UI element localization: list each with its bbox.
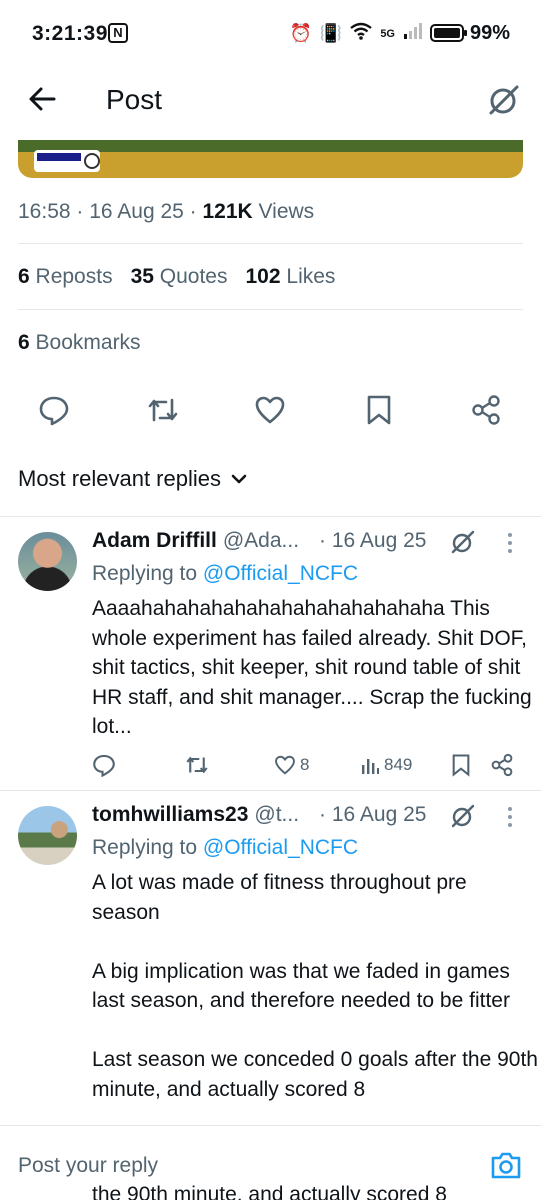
views-label: Views <box>258 200 315 223</box>
alarm-icon: ⏰ <box>289 23 312 43</box>
likes-label: Likes <box>286 265 336 288</box>
like-heart-icon[interactable] <box>254 394 286 426</box>
replying-prefix: Replying to <box>92 562 198 585</box>
avatar[interactable] <box>18 806 77 865</box>
replying-to-handle[interactable]: @Official_NCFC <box>203 562 358 585</box>
camera-icon[interactable] <box>490 1150 522 1180</box>
grok-icon[interactable] <box>450 529 476 555</box>
reply-text: Aaaahahahahahahahahahahahahaha This whol… <box>92 597 532 738</box>
reply-date: · 16 Aug 25 <box>319 803 427 826</box>
post-action-bar <box>0 394 541 428</box>
post-time: 16:58 <box>18 200 71 223</box>
divider <box>18 309 523 310</box>
grok-icon[interactable] <box>450 803 476 829</box>
views-button[interactable]: 849 <box>360 752 412 778</box>
vibrate-icon: 📳 <box>319 23 343 43</box>
status-time: 3:21:39 <box>32 22 108 45</box>
replying-to-handle[interactable]: @Official_NCFC <box>203 836 358 859</box>
reply-header: Adam Driffill @Ada... · 16 Aug 25 <box>92 529 426 553</box>
reposts-label: Reposts <box>35 265 113 288</box>
sponsor-logo <box>34 150 100 172</box>
divider <box>18 243 523 244</box>
top-app-bar: Post <box>0 66 541 138</box>
bookmarks-label: Bookmarks <box>35 331 141 354</box>
reply-text: A lot was made of fitness throughout pre… <box>92 871 538 1101</box>
notification-n-icon: N <box>108 23 128 43</box>
reply-author-name[interactable]: Adam Driffill <box>92 529 217 553</box>
more-options-icon[interactable] <box>504 531 516 555</box>
status-bar: 3:21:39 N ⏰ 📳 5G 99% <box>0 0 541 66</box>
reply-author-handle[interactable]: @Ada... <box>223 529 299 553</box>
reply-icon[interactable] <box>92 752 116 778</box>
replies-sort-label: Most relevant replies <box>18 466 221 491</box>
wifi-icon <box>350 22 373 45</box>
replying-prefix: Replying to <box>92 836 198 859</box>
battery-percent: 99% <box>470 22 511 44</box>
reply-item[interactable]: Adam Driffill @Ada... · 16 Aug 25 Replyi… <box>0 516 541 790</box>
like-count: 8 <box>300 755 310 774</box>
bookmark-icon[interactable] <box>364 394 396 426</box>
bookmarks-stat[interactable]: 6 Bookmarks <box>18 331 141 355</box>
reposts-count: 6 <box>18 265 30 288</box>
post-date: 16 Aug 25 <box>89 200 184 223</box>
repost-icon[interactable] <box>146 394 178 426</box>
avatar[interactable] <box>18 532 77 591</box>
quotes-count: 35 <box>130 265 154 288</box>
views-count: 849 <box>384 755 413 774</box>
status-icons: ⏰ 📳 5G <box>289 22 423 45</box>
analytics-icon <box>362 759 379 774</box>
reposts-stat[interactable]: 6 Reposts <box>18 265 113 289</box>
post-stats: 6 Reposts 35 Quotes 102 Likes <box>18 265 335 289</box>
replying-to: Replying to @Official_NCFC <box>92 562 358 586</box>
quotes-label: Quotes <box>159 265 228 288</box>
like-button[interactable]: 8 <box>274 752 309 778</box>
overflow-reply-text: the 90th minute, and actually scored 8 <box>92 1183 447 1200</box>
reply-action-bar: 8 849 <box>0 752 541 780</box>
reply-icon[interactable] <box>38 394 70 426</box>
post-media-image[interactable] <box>18 140 523 178</box>
reply-author-name[interactable]: tomhwilliams23 <box>92 803 248 827</box>
repost-icon[interactable] <box>184 752 210 778</box>
replying-to: Replying to @Official_NCFC <box>92 836 358 860</box>
more-options-icon[interactable] <box>504 805 516 829</box>
battery-icon <box>430 24 467 42</box>
reply-author-handle[interactable]: @t... <box>254 803 299 827</box>
likes-count: 102 <box>245 265 281 288</box>
like-heart-icon <box>275 755 295 775</box>
signal-icon <box>403 22 423 45</box>
reply-item[interactable]: tomhwilliams23 @t... · 16 Aug 25 Replyin… <box>0 790 541 1125</box>
reply-input-placeholder[interactable]: Post your reply <box>18 1154 158 1178</box>
reply-header: tomhwilliams23 @t... · 16 Aug 25 <box>92 803 426 827</box>
likes-stat[interactable]: 102 Likes <box>246 265 336 289</box>
chevron-down-icon <box>231 474 247 484</box>
views-count: 121K <box>202 200 253 223</box>
post-meta: 16:58 · 16 Aug 25 · 121K Views <box>18 200 315 223</box>
share-icon[interactable] <box>490 752 514 778</box>
replies-sort-dropdown[interactable]: Most relevant replies <box>18 466 247 492</box>
network-label: 5G <box>380 27 395 40</box>
quotes-stat[interactable]: 35 Quotes <box>131 265 228 289</box>
back-arrow-icon[interactable] <box>26 82 60 116</box>
share-icon[interactable] <box>470 394 502 426</box>
bookmark-icon[interactable] <box>450 752 472 778</box>
reply-date: · 16 Aug 25 <box>319 529 427 552</box>
page-title: Post <box>106 84 163 115</box>
bookmarks-count: 6 <box>18 331 30 354</box>
grok-icon[interactable] <box>486 82 522 118</box>
